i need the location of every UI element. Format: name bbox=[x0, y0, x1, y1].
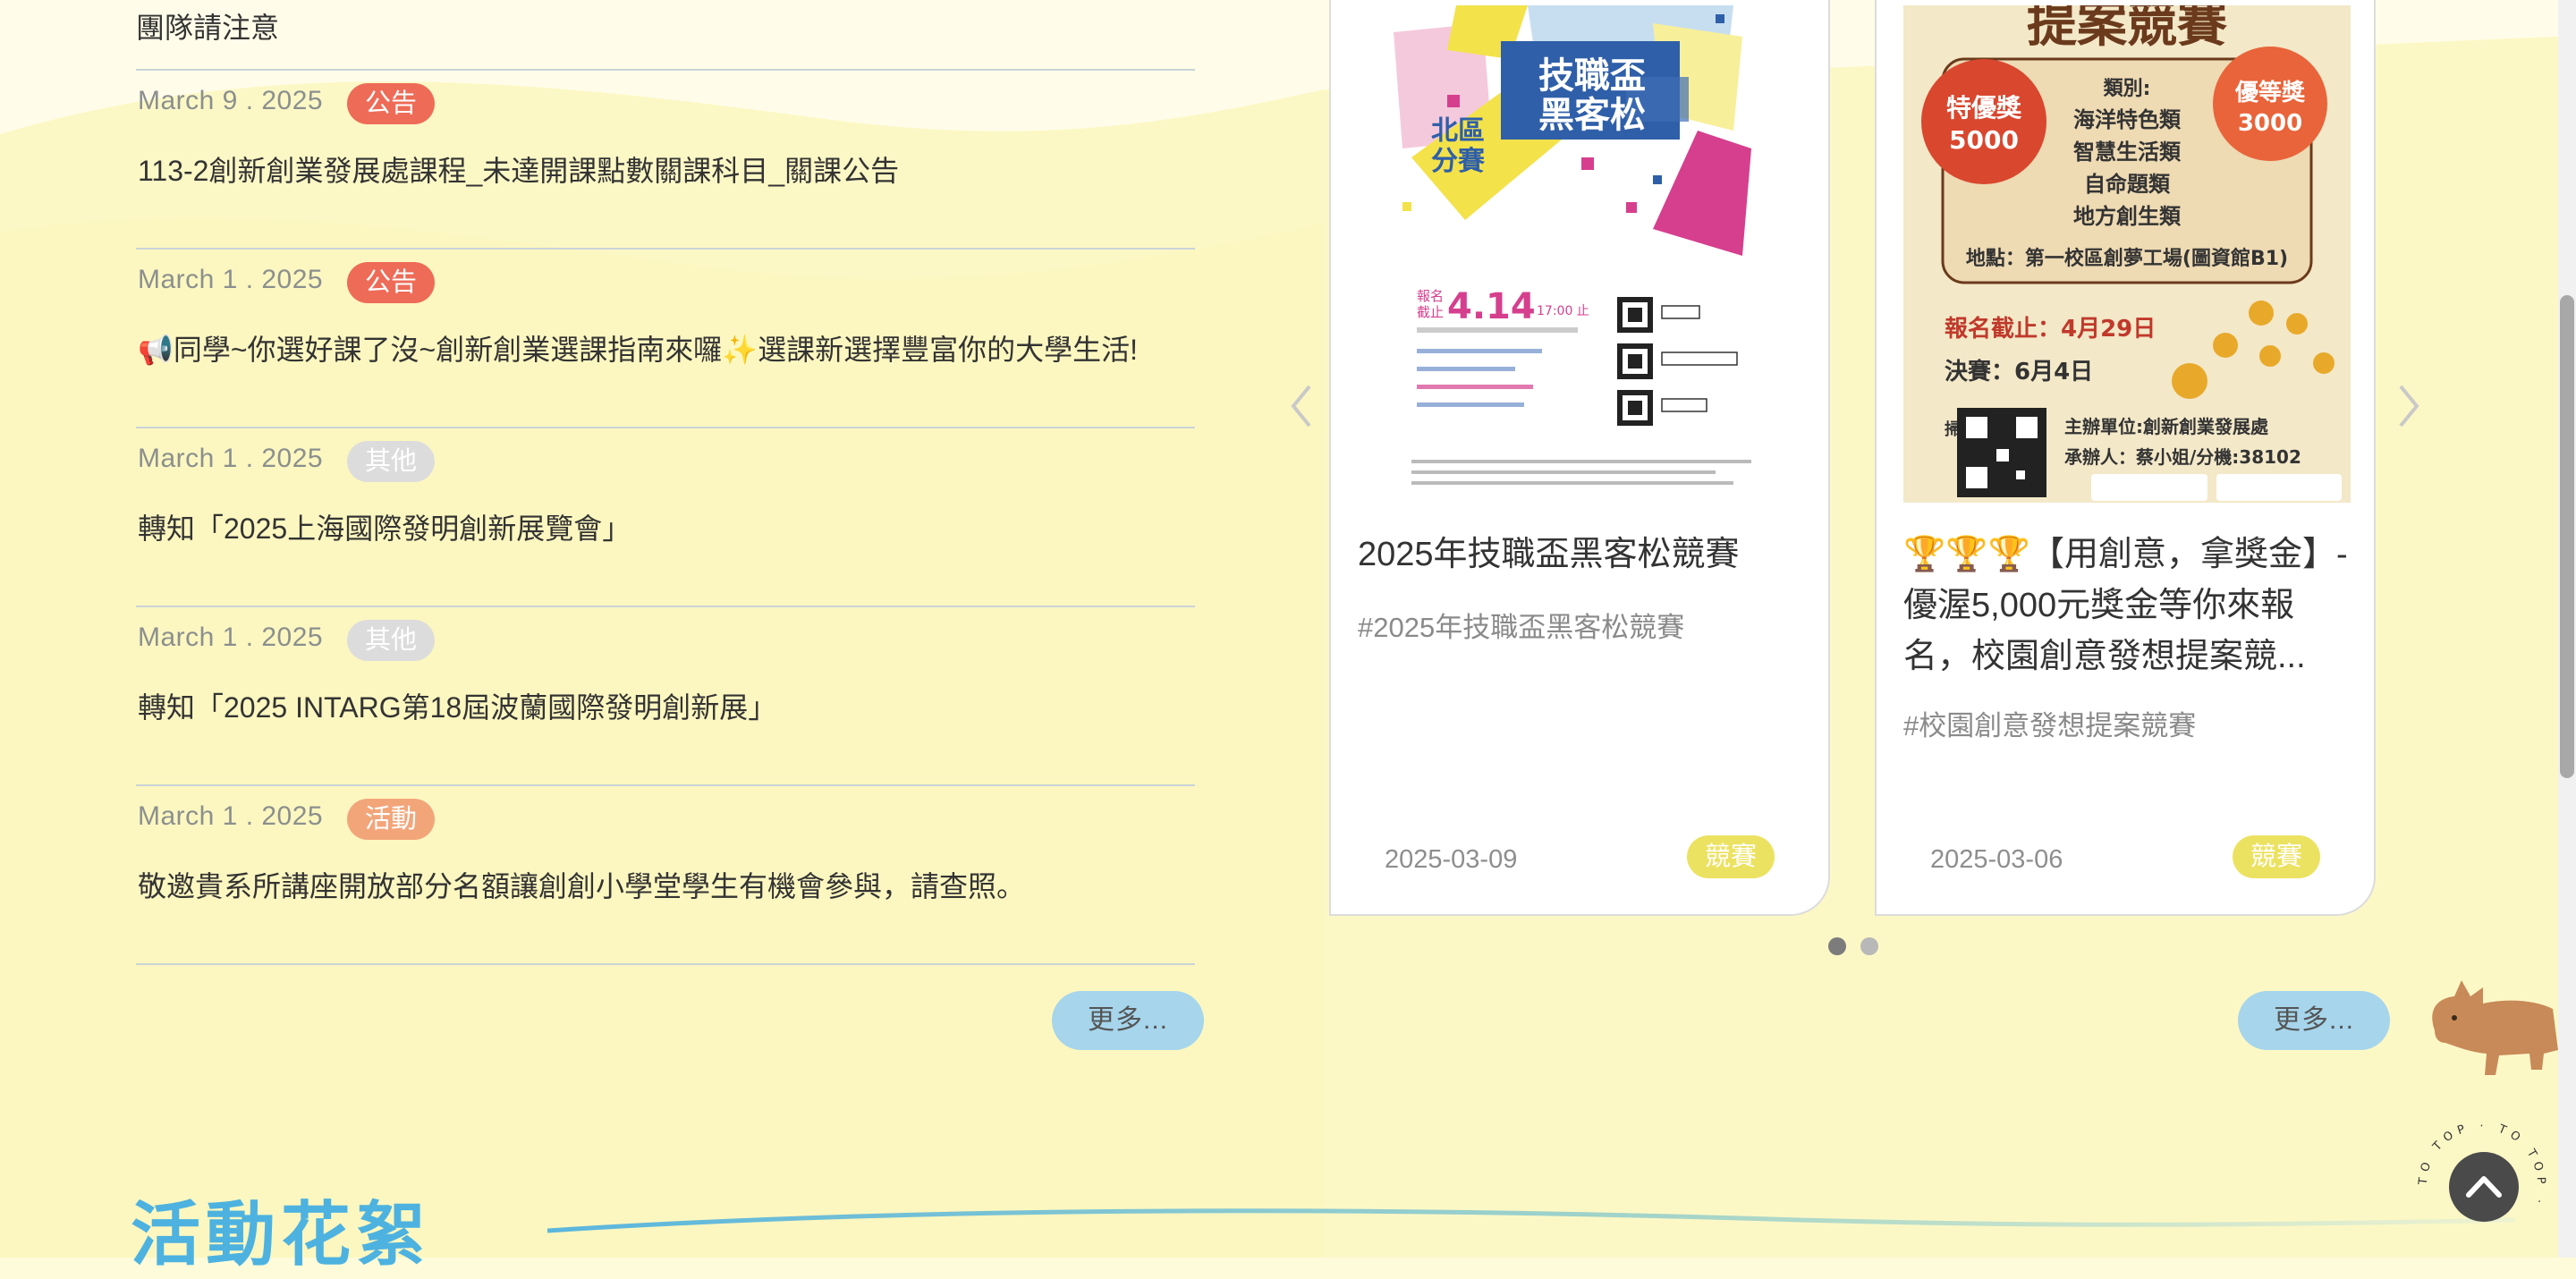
news-snippet-top[interactable]: 團隊請注意 bbox=[136, 5, 279, 47]
divider bbox=[136, 784, 1195, 786]
divider bbox=[136, 248, 1195, 250]
to-top-circle[interactable] bbox=[2449, 1152, 2519, 1222]
to-top-button[interactable]: TO TOP · TO TOP · bbox=[2415, 1118, 2549, 1252]
contest-poster[interactable]: 提案競賽 特優獎 5000 優等獎 3000 類別: 海洋特色類 智慧生活類 自… bbox=[1903, 5, 2351, 503]
chevron-up-icon bbox=[2466, 1176, 2502, 1198]
section-title-underline bbox=[547, 1208, 2515, 1233]
scrollbar-thumb[interactable] bbox=[2560, 295, 2574, 778]
svg-text:地點：第一校區創夢工場(圖資館B1): 地點：第一校區創夢工場(圖資館B1) bbox=[1966, 247, 2288, 270]
svg-text:報名截止：4月29日: 報名截止：4月29日 bbox=[1945, 315, 2156, 343]
poster-graphic: 技職盃 黑客松 北區 分賽 報名 截止 4.14 17:00 止 bbox=[1394, 5, 1751, 485]
svg-text:4.14: 4.14 bbox=[1447, 286, 1536, 327]
news-title[interactable]: 敬邀貴系所講座開放部分名額讓創創小學堂學生有機會參與，請查照。 bbox=[138, 864, 1025, 905]
svg-text:類別:: 類別: bbox=[2104, 78, 2151, 100]
news-tag: 公告 bbox=[347, 83, 436, 124]
activity-more-button[interactable]: 更多... bbox=[2238, 991, 2390, 1050]
svg-text:海洋特色類: 海洋特色類 bbox=[2073, 107, 2182, 132]
news-date: March 1 . 2025 bbox=[138, 623, 324, 652]
card-date: 2025-03-06 bbox=[1930, 845, 2063, 874]
svg-text:特優獎: 特優獎 bbox=[1946, 93, 2022, 123]
svg-text:承辦人：蔡小姐/分機:38102: 承辦人：蔡小姐/分機:38102 bbox=[2064, 446, 2301, 468]
svg-text:主辦單位:創新創業發展處: 主辦單位:創新創業發展處 bbox=[2064, 416, 2268, 437]
news-title[interactable]: 📢同學~你選好課了沒~創新創業選課指南來囉✨選課新選擇豐富你的大學生活! bbox=[138, 327, 1138, 368]
card-title[interactable]: 2025年技職盃黑客松競賽 bbox=[1358, 529, 1805, 580]
card-hashtag[interactable]: #校園創意發想提案競賽 bbox=[1903, 703, 2196, 743]
news-title[interactable]: 轉知「2025 INTARG第18屆波蘭國際發明創新展」 bbox=[138, 685, 776, 726]
svg-text:優等獎: 優等獎 bbox=[2234, 79, 2306, 106]
news-more-button[interactable]: 更多... bbox=[1052, 991, 1204, 1050]
news-date: March 1 . 2025 bbox=[138, 265, 324, 294]
activity-card[interactable]: 技職盃 黑客松 北區 分賽 報名 截止 4.14 17:00 止 2025年技職… bbox=[1329, 0, 1830, 916]
carousel-dot-active[interactable] bbox=[1828, 937, 1846, 955]
news-title[interactable]: 113-2創新創業發展處課程_未達開課點數關課科目_關課公告 bbox=[138, 148, 899, 190]
svg-text:決賽：6月4日: 決賽：6月4日 bbox=[1945, 358, 2093, 385]
news-tag: 活動 bbox=[347, 799, 436, 840]
hackathon-poster[interactable]: 技職盃 黑客松 北區 分賽 報名 截止 4.14 17:00 止 bbox=[1358, 5, 1805, 503]
page-scrollbar[interactable] bbox=[2558, 0, 2576, 1258]
svg-text:智慧生活類: 智慧生活類 bbox=[2073, 140, 2182, 165]
activity-carousel: 技職盃 黑客松 北區 分賽 報名 截止 4.14 17:00 止 2025年技職… bbox=[1284, 0, 2438, 984]
divider bbox=[136, 606, 1195, 607]
svg-text:報名: 報名 bbox=[1417, 288, 1444, 304]
section-title-activities: 活動花絮 bbox=[131, 1195, 432, 1274]
divider bbox=[136, 963, 1195, 965]
news-tag: 公告 bbox=[347, 262, 436, 303]
svg-text:北區: 北區 bbox=[1431, 115, 1485, 147]
divider bbox=[136, 427, 1195, 428]
news-tag: 其他 bbox=[347, 620, 436, 661]
svg-text:自命題類: 自命題類 bbox=[2084, 172, 2171, 197]
svg-text:提案競賽: 提案競賽 bbox=[2027, 5, 2227, 54]
news-date: March 1 . 2025 bbox=[138, 444, 324, 473]
card-date: 2025-03-09 bbox=[1385, 845, 1518, 874]
card-title[interactable]: 🏆🏆🏆【用創意，拿獎金】- 優渥5,000元獎金等你來報名，校園創意發想提案競.… bbox=[1903, 529, 2351, 683]
svg-text:3000: 3000 bbox=[2238, 110, 2302, 137]
svg-text:截止: 截止 bbox=[1417, 304, 1444, 320]
news-tag: 其他 bbox=[347, 441, 436, 482]
carousel-dot[interactable] bbox=[1860, 937, 1879, 955]
svg-text:地方創生類: 地方創生類 bbox=[2073, 204, 2182, 229]
svg-text:5000: 5000 bbox=[1949, 125, 2019, 155]
news-title[interactable]: 轉知「2025上海國際發明創新展覽會」 bbox=[138, 506, 631, 547]
carousel-pagination bbox=[1828, 937, 1889, 960]
chevron-right-icon[interactable] bbox=[2390, 379, 2426, 433]
chevron-left-icon[interactable] bbox=[1284, 379, 1320, 433]
activity-card[interactable]: 提案競賽 特優獎 5000 優等獎 3000 類別: 海洋特色類 智慧生活類 自… bbox=[1875, 0, 2376, 916]
card-badge[interactable]: 競賽 bbox=[1686, 835, 1775, 878]
card-hashtag[interactable]: #2025年技職盃黑客松競賽 bbox=[1358, 605, 1684, 645]
svg-text:黑客松: 黑客松 bbox=[1538, 95, 1646, 136]
news-date: March 1 . 2025 bbox=[138, 801, 324, 831]
divider bbox=[136, 69, 1195, 71]
news-date: March 9 . 2025 bbox=[138, 86, 324, 115]
svg-text:技職盃: 技職盃 bbox=[1538, 55, 1646, 97]
card-badge[interactable]: 競賽 bbox=[2232, 835, 2320, 878]
svg-text:17:00 止: 17:00 止 bbox=[1537, 304, 1589, 318]
svg-text:分賽: 分賽 bbox=[1431, 146, 1486, 177]
poster-graphic: 提案競賽 特優獎 5000 優等獎 3000 類別: 海洋特色類 智慧生活類 自… bbox=[1903, 5, 2351, 503]
cat-mascot-image bbox=[2432, 980, 2558, 1075]
